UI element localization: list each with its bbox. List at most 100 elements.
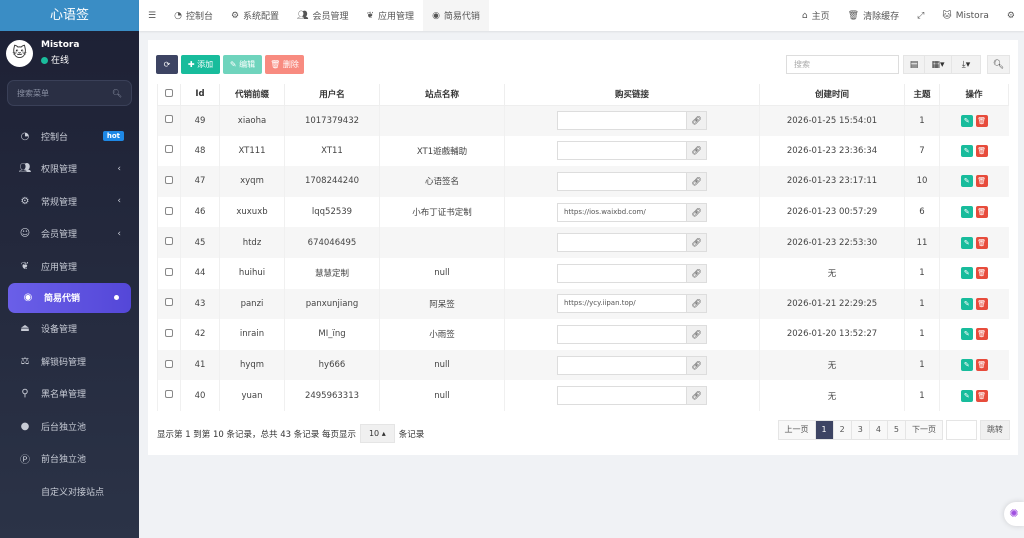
delete-row-button[interactable]: 🗑︎ — [975, 114, 988, 127]
sidebar-item[interactable]: ☺ 会员管理 ‹ — [0, 218, 139, 251]
advanced-search-button[interactable]: 🔍︎ — [987, 55, 1010, 74]
edit-row-button[interactable]: ✎ — [960, 297, 973, 310]
table-row[interactable]: 47 xyqm 1708244240 心语签名 🔗︎ 2026-01-23 23… — [157, 166, 1009, 197]
link-icon[interactable]: 🔗︎ — [687, 202, 707, 222]
row-checkbox[interactable] — [157, 380, 181, 411]
edit-button[interactable]: ✎ 编辑 — [223, 55, 262, 74]
delete-row-button[interactable]: 🗑︎ — [975, 297, 988, 310]
table-row[interactable]: 41 hyqm hy666 null 🔗︎ 无 1 ✎ 🗑︎ — [157, 349, 1009, 381]
tab-member[interactable]: 👥︎ 会员管理 — [288, 0, 357, 31]
link-icon[interactable]: 🔗︎ — [687, 324, 707, 344]
edit-row-button[interactable]: ✎ — [960, 267, 973, 280]
table-row[interactable]: 48 XT111 XT11 XT1遊戲輔助 🔗︎ 2026-01-23 23:3… — [157, 135, 1009, 167]
table-row[interactable]: 40 yuan 2495963313 null 🔗︎ 无 1 ✎ 🗑︎ — [157, 380, 1009, 411]
columns-button[interactable]: ▦▾ — [924, 55, 952, 74]
delete-button[interactable]: 🗑︎ 删除 — [265, 55, 304, 74]
refresh-button[interactable]: ⟳ — [156, 55, 178, 74]
sidebar-item[interactable]: 自定义对接站点 — [0, 475, 139, 508]
col-theme[interactable]: 主题 — [904, 84, 940, 106]
col-created[interactable]: 创建时间 — [759, 84, 905, 106]
delete-row-button[interactable]: 🗑︎ — [975, 236, 988, 249]
row-checkbox[interactable] — [157, 349, 181, 381]
delete-row-button[interactable]: 🗑︎ — [975, 328, 988, 341]
edit-row-button[interactable]: ✎ — [960, 236, 973, 249]
buy-link-input[interactable] — [557, 233, 687, 253]
sidebar-item[interactable]: 👥︎ 权限管理 ‹ — [0, 153, 139, 186]
tab-simple-resale[interactable]: ◉ 简易代销 — [423, 0, 489, 31]
row-checkbox[interactable] — [157, 196, 181, 228]
col-prefix[interactable]: 代销前缀 — [219, 84, 285, 106]
page-button[interactable]: 4 — [868, 420, 888, 440]
row-checkbox[interactable] — [157, 319, 181, 350]
col-buy-link[interactable]: 购买链接 — [504, 84, 760, 106]
delete-row-button[interactable]: 🗑︎ — [975, 267, 988, 280]
sidebar-item[interactable]: ◉ 简易代销 — [8, 282, 131, 313]
page-button[interactable]: 1 — [814, 420, 834, 440]
row-checkbox[interactable] — [157, 227, 181, 258]
page-button[interactable]: 3 — [850, 420, 870, 440]
row-checkbox[interactable] — [157, 288, 181, 320]
buy-link-input[interactable] — [557, 324, 687, 344]
col-site-name[interactable]: 站点名称 — [379, 84, 505, 106]
page-button[interactable]: 5 — [886, 420, 906, 440]
table-row[interactable]: 49 xiaoha 1017379432 🔗︎ 2026-01-25 15:54… — [157, 105, 1009, 136]
sidebar-item[interactable]: ● 后台独立池 — [0, 410, 139, 443]
link-icon[interactable]: 🔗︎ — [687, 294, 707, 314]
link-icon[interactable]: 🔗︎ — [687, 171, 707, 191]
delete-row-button[interactable]: 🗑︎ — [975, 206, 988, 219]
sidebar-item[interactable]: ⏏ 设备管理 — [0, 313, 139, 346]
sidebar-item[interactable]: ⚙ 常规管理 ‹ — [0, 185, 139, 218]
edit-row-button[interactable]: ✎ — [960, 175, 973, 188]
buy-link-input[interactable] — [557, 171, 687, 191]
link-icon[interactable]: 🔗︎ — [687, 141, 707, 161]
toggle-view-button[interactable]: ▤ — [903, 55, 925, 74]
buy-link-input[interactable] — [557, 111, 687, 131]
fullscreen-button[interactable]: ⤢ — [908, 0, 933, 31]
table-row[interactable]: 44 huihui 慧慧定制 null 🔗︎ 无 1 ✎ 🗑︎ — [157, 257, 1009, 289]
home-link[interactable]: ⌂ 主页 — [793, 0, 839, 31]
edit-row-button[interactable]: ✎ — [960, 114, 973, 127]
link-icon[interactable]: 🔗︎ — [687, 355, 707, 375]
buy-link-input[interactable] — [557, 386, 687, 406]
select-all-checkbox[interactable] — [157, 84, 181, 106]
page-button[interactable]: 2 — [832, 420, 852, 440]
jump-page-input[interactable] — [946, 420, 977, 440]
delete-row-button[interactable]: 🗑︎ — [975, 359, 988, 372]
row-checkbox[interactable] — [157, 166, 181, 197]
next-page-button[interactable]: 下一页 — [905, 420, 943, 440]
prev-page-button[interactable]: 上一页 — [777, 420, 816, 440]
table-row[interactable]: 42 inrain MI_ïng 小雨签 🔗︎ 2026-01-20 13:52… — [157, 319, 1009, 350]
table-row[interactable]: 45 htdz 674046495 🔗︎ 2026-01-23 22:53:30… — [157, 227, 1009, 258]
row-checkbox[interactable] — [157, 135, 181, 167]
table-search-input[interactable]: 搜索 — [786, 55, 899, 74]
sidebar-item[interactable]: ⚖ 解锁码管理 — [0, 345, 139, 378]
buy-link-input[interactable] — [557, 355, 687, 375]
menu-search-input[interactable]: 搜索菜单 🔍︎ — [7, 80, 132, 106]
sidebar-item[interactable]: ⚲ 黑名单管理 — [0, 378, 139, 411]
link-icon[interactable]: 🔗︎ — [687, 386, 707, 406]
sidebar-item[interactable]: ❦ 应用管理 — [0, 250, 139, 283]
buy-link-input[interactable]: https://ycy.iipan.top/ — [557, 294, 687, 314]
export-button[interactable]: ⤓▾ — [951, 55, 981, 74]
sidebar-item[interactable]: Ⓟ 前台独立池 — [0, 443, 139, 476]
edit-row-button[interactable]: ✎ — [960, 359, 973, 372]
jump-button[interactable]: 跳转 — [980, 420, 1010, 440]
clear-cache-button[interactable]: 🗑︎ 清除缓存 — [839, 0, 908, 31]
add-button[interactable]: ✚ 添加 — [181, 55, 220, 74]
buy-link-input[interactable]: https://ios.waixbd.com/ — [557, 202, 687, 222]
sidebar-toggle-button[interactable]: ☰ — [139, 0, 165, 31]
sidebar-item[interactable]: ◔ 控制台 hot — [0, 120, 139, 153]
delete-row-button[interactable]: 🗑︎ — [975, 175, 988, 188]
buy-link-input[interactable] — [557, 263, 687, 283]
row-checkbox[interactable] — [157, 105, 181, 136]
link-icon[interactable]: 🔗︎ — [687, 111, 707, 131]
page-size-select[interactable]: 10 ▴ — [359, 424, 395, 443]
edit-row-button[interactable]: ✎ — [960, 206, 973, 219]
col-username[interactable]: 用户名 — [284, 84, 380, 106]
tab-dashboard[interactable]: ◔ 控制台 — [165, 0, 222, 31]
settings-button[interactable]: ⚙ — [998, 0, 1024, 31]
col-id[interactable]: Id — [180, 84, 220, 106]
edit-row-button[interactable]: ✎ — [960, 328, 973, 341]
ai-assistant-button[interactable]: ✺ — [1004, 502, 1024, 526]
edit-row-button[interactable]: ✎ — [960, 389, 973, 402]
